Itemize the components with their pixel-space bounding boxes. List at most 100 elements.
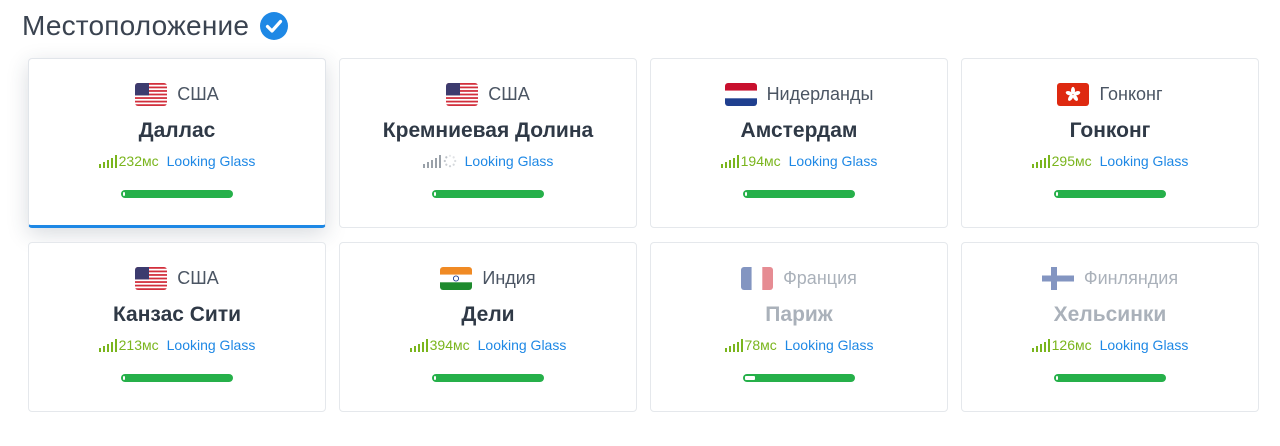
country-label: Гонконг bbox=[1099, 83, 1163, 104]
looking-glass-link[interactable]: Looking Glass bbox=[465, 153, 554, 169]
looking-glass-link[interactable]: Looking Glass bbox=[789, 153, 878, 169]
country-row: Индия bbox=[440, 265, 536, 291]
load-progress-bar bbox=[743, 374, 855, 382]
ping-value: 194мс bbox=[740, 153, 781, 169]
latency-row: 194мс Looking Glass bbox=[720, 152, 878, 170]
looking-glass-link[interactable]: Looking Glass bbox=[785, 337, 874, 353]
us-flag-icon bbox=[135, 82, 168, 106]
location-card[interactable]: Нидерланды Амстердам 194мс Looking Glass bbox=[650, 58, 948, 228]
ping-value: 126мс bbox=[1051, 337, 1092, 353]
country-row: США bbox=[135, 81, 219, 107]
location-card[interactable]: Финляндия Хельсинки 126мс Looking Glass bbox=[961, 242, 1259, 412]
country-label: США bbox=[177, 83, 219, 104]
ping-value: 78мс bbox=[744, 337, 777, 353]
progress-bar-notch bbox=[1056, 376, 1058, 380]
latency-row: 78мс Looking Glass bbox=[724, 336, 874, 354]
progress-bar-notch bbox=[745, 376, 755, 380]
location-card[interactable]: США Канзас Сити 213мс Looking Glass bbox=[28, 242, 326, 412]
load-progress-bar bbox=[121, 374, 233, 382]
signal-strength-icon bbox=[409, 338, 428, 352]
load-progress-bar bbox=[432, 190, 544, 198]
looking-glass-link[interactable]: Looking Glass bbox=[1100, 153, 1189, 169]
latency-row: 232мс Looking Glass bbox=[98, 152, 256, 170]
country-label: Нидерланды bbox=[766, 83, 874, 104]
ping-indicator: 213мс bbox=[98, 337, 159, 353]
city-name: Канзас Сити bbox=[112, 303, 242, 326]
city-name: Кремниевая Долина bbox=[382, 119, 594, 142]
netherlands-flag-icon bbox=[724, 82, 757, 106]
latency-row: 394мс Looking Glass bbox=[409, 336, 567, 354]
location-card[interactable]: Индия Дели 394мс Looking Glass bbox=[339, 242, 637, 412]
looking-glass-link[interactable]: Looking Glass bbox=[167, 337, 256, 353]
country-row: Франция bbox=[741, 265, 857, 291]
progress-bar-notch bbox=[123, 376, 125, 380]
page-title: Местоположение bbox=[22, 10, 250, 41]
progress-bar-notch bbox=[1056, 192, 1058, 196]
signal-strength-icon bbox=[98, 154, 117, 168]
ping-indicator bbox=[422, 154, 457, 168]
page-header: Местоположение bbox=[22, 6, 289, 46]
city-name: Амстердам bbox=[740, 119, 858, 142]
country-row: США bbox=[446, 81, 530, 107]
verified-check-icon bbox=[259, 11, 289, 41]
looking-glass-link[interactable]: Looking Glass bbox=[1100, 337, 1189, 353]
ping-indicator: 232мс bbox=[98, 153, 159, 169]
hong-kong-flag-icon bbox=[1057, 82, 1090, 106]
location-card[interactable]: Франция Париж 78мс Looking Glass bbox=[650, 242, 948, 412]
city-name: Хельсинки bbox=[1053, 303, 1167, 326]
latency-row: 126мс Looking Glass bbox=[1031, 336, 1189, 354]
ping-value: 295мс bbox=[1051, 153, 1092, 169]
ping-indicator: 394мс bbox=[409, 337, 470, 353]
location-card[interactable]: США Кремниевая Долина Looking Glass bbox=[339, 58, 637, 228]
location-grid: США Даллас 232мс Looking Glass США Кремниевая… bbox=[28, 58, 1260, 416]
france-flag-icon bbox=[741, 266, 774, 290]
signal-strength-icon bbox=[1031, 154, 1050, 168]
ping-indicator: 78мс bbox=[724, 337, 777, 353]
ping-indicator: 126мс bbox=[1031, 337, 1092, 353]
us-flag-icon bbox=[135, 266, 168, 290]
progress-bar-notch bbox=[745, 192, 747, 196]
signal-strength-icon bbox=[98, 338, 117, 352]
location-card[interactable]: США Даллас 232мс Looking Glass bbox=[28, 58, 326, 228]
load-progress-bar bbox=[1054, 190, 1166, 198]
us-flag-icon bbox=[446, 82, 479, 106]
city-name: Дели bbox=[461, 303, 515, 326]
latency-row: 213мс Looking Glass bbox=[98, 336, 256, 354]
country-row: Нидерланды bbox=[724, 81, 874, 107]
country-row: Гонконг bbox=[1057, 81, 1163, 107]
ping-value: 394мс bbox=[429, 337, 470, 353]
ping-indicator: 194мс bbox=[720, 153, 781, 169]
progress-bar-notch bbox=[123, 192, 125, 196]
load-progress-bar bbox=[121, 190, 233, 198]
looking-glass-link[interactable]: Looking Glass bbox=[478, 337, 567, 353]
india-flag-icon bbox=[440, 266, 473, 290]
ping-indicator: 295мс bbox=[1031, 153, 1092, 169]
country-label: Индия bbox=[482, 267, 536, 288]
city-name: Гонконг bbox=[1069, 119, 1151, 142]
latency-row: 295мс Looking Glass bbox=[1031, 152, 1189, 170]
loading-spinner-icon bbox=[443, 154, 457, 168]
signal-strength-icon bbox=[720, 154, 739, 168]
load-progress-bar bbox=[743, 190, 855, 198]
progress-bar-notch bbox=[434, 192, 436, 196]
city-name: Париж bbox=[765, 303, 833, 326]
country-label: США bbox=[177, 267, 219, 288]
finland-flag-icon bbox=[1041, 266, 1074, 290]
looking-glass-link[interactable]: Looking Glass bbox=[167, 153, 256, 169]
location-card[interactable]: Гонконг Гонконг 295мс Looking Glass bbox=[961, 58, 1259, 228]
country-row: Финляндия bbox=[1041, 265, 1179, 291]
country-row: США bbox=[135, 265, 219, 291]
country-label: Франция bbox=[783, 267, 857, 288]
country-label: США bbox=[488, 83, 530, 104]
progress-bar-notch bbox=[434, 376, 436, 380]
load-progress-bar bbox=[432, 374, 544, 382]
signal-strength-icon bbox=[422, 154, 441, 168]
city-name: Даллас bbox=[138, 119, 216, 142]
signal-strength-icon bbox=[724, 338, 743, 352]
load-progress-bar bbox=[1054, 374, 1166, 382]
signal-strength-icon bbox=[1031, 338, 1050, 352]
ping-value: 232мс bbox=[118, 153, 159, 169]
latency-row: Looking Glass bbox=[422, 152, 554, 170]
ping-value: 213мс bbox=[118, 337, 159, 353]
country-label: Финляндия bbox=[1083, 267, 1179, 288]
